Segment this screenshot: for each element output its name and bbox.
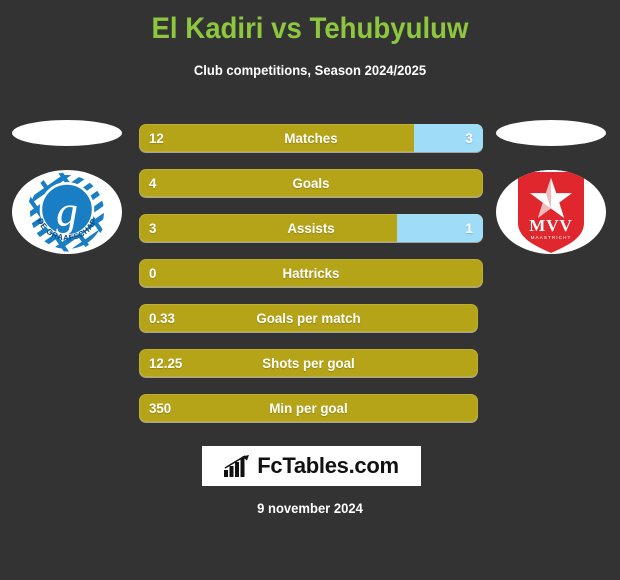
away-team-crest-panel: MVV MAASTRICHT	[490, 120, 614, 270]
fctables-logo[interactable]: FcTables.com	[202, 446, 421, 486]
stat-row: 350 Min per goal	[139, 394, 478, 422]
svg-text:MAASTRICHT: MAASTRICHT	[531, 235, 572, 240]
home-crest-circle: g DE GRAAFSCHAP	[12, 170, 122, 254]
stat-label: Assists	[287, 220, 335, 236]
away-crest-circle: MVV MAASTRICHT	[496, 170, 606, 254]
away-crest-top-ellipse	[496, 120, 606, 146]
stats-list: 12 Matches 3 4 Goals 3 Assists 1 0 Hattricks 0.33 G…	[139, 124, 483, 439]
home-team-crest-panel: g DE GRAAFSCHAP	[6, 120, 130, 270]
stat-label: Hattricks	[282, 265, 340, 281]
stat-row: 0 Hattricks	[139, 259, 483, 287]
stat-label: Shots per goal	[262, 355, 355, 371]
home-crest-top-ellipse	[12, 120, 122, 146]
stat-row: 3 Assists 1	[139, 214, 483, 242]
stat-row: 12 Matches 3	[139, 124, 483, 152]
mvv-maastricht-crest: MVV MAASTRICHT	[516, 170, 586, 254]
stat-label: Goals per match	[256, 310, 361, 326]
stat-row: 0.33 Goals per match	[139, 304, 478, 332]
stat-label: Matches	[284, 130, 338, 146]
stat-away-value: 3	[465, 130, 473, 146]
stat-comparison-card: El Kadiri vs Tehubyuluw Club competition…	[0, 0, 620, 580]
stat-row: 4 Goals	[139, 169, 483, 197]
stat-away-value: 1	[465, 220, 473, 236]
stat-label: Goals	[292, 175, 330, 191]
stat-row: 12.25 Shots per goal	[139, 349, 478, 377]
stat-label: Min per goal	[269, 400, 348, 416]
svg-text:g: g	[56, 187, 78, 235]
svg-text:MVV: MVV	[529, 216, 573, 235]
page-subtitle: Club competitions, Season 2024/2025	[193, 62, 427, 78]
bar-chart-icon	[224, 455, 250, 477]
generated-date: 9 november 2024	[257, 500, 363, 516]
de-graafschap-crest: g DE GRAAFSCHAP	[27, 172, 107, 252]
page-title: El Kadiri vs Tehubyuluw	[151, 12, 469, 45]
fctables-brand-text: FcTables.com	[257, 453, 399, 478]
